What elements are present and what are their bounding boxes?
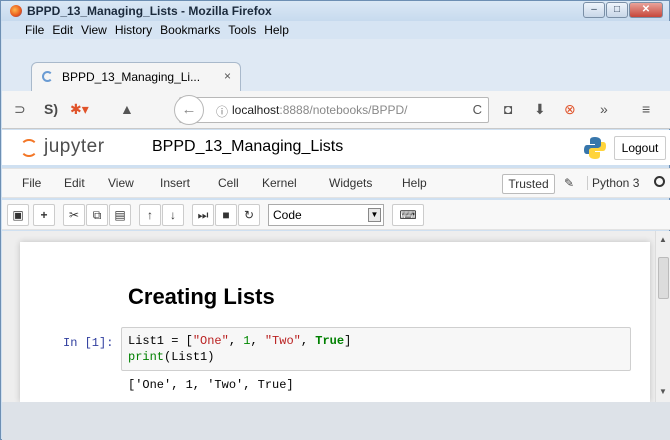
title-bar: BPPD_13_Managing_Lists - Mozilla Firefox… [1,1,669,21]
scroll-down-icon[interactable]: ▼ [659,387,667,396]
navigation-bar: ⊃ S) ✱▾ ▲ ⓘ localhost:8888/notebooks/BPP… [2,91,670,129]
maximize-button[interactable]: □ [606,2,628,18]
site-info-icon[interactable]: ⓘ [216,103,228,120]
window-controls: – □ ✕ [582,2,663,18]
overflow-icon[interactable]: » [600,101,608,117]
bug-icon[interactable]: ✱▾ [70,101,89,118]
url-text[interactable]: localhost:8888/notebooks/BPPD/ [232,103,407,117]
copy-icon[interactable]: ⧉ [86,204,108,226]
jupyter-logo-icon[interactable] [20,139,38,157]
jp-menu-insert[interactable]: Insert [160,176,190,190]
logout-button[interactable]: Logout [614,136,666,160]
cut-icon[interactable]: ✂ [63,204,85,226]
notebook-name[interactable]: BPPD_13_Managing_Lists [152,138,343,156]
s-icon[interactable]: S) [44,101,58,117]
scroll-up-icon[interactable]: ▲ [659,235,667,244]
hamburger-menu-icon[interactable]: ≡ [642,101,650,117]
jp-menu-help[interactable]: Help [402,176,427,190]
move-down-icon[interactable]: ↓ [162,204,184,226]
menu-help[interactable]: Help [264,21,289,39]
jp-menu-widgets[interactable]: Widgets [329,176,372,190]
jupyter-toolbar: ▣ + ✂ ⧉ ▤ ↑ ↓ ⏭ ■ ↻ Code ▼ ⌨ [2,200,670,230]
menu-history[interactable]: History [115,21,152,39]
loading-icon [42,71,53,82]
browser-menubar: File Edit View History Bookmarks Tools H… [2,21,670,39]
jp-menu-edit[interactable]: Edit [64,176,85,190]
url-bar[interactable]: ⓘ localhost:8888/notebooks/BPPD/ C [179,97,489,123]
status-bar [2,402,670,440]
run-icon[interactable]: ⏭ [192,204,214,226]
vertical-scrollbar[interactable]: ▲ ▼ [655,231,670,402]
menu-file[interactable]: File [25,21,44,39]
blocker-icon[interactable]: ⊗ [564,101,576,118]
keyboard-icon[interactable]: ⌨ [392,204,424,226]
cell-type-select[interactable]: Code ▼ [268,204,384,226]
edit-pencil-icon[interactable]: ✎ [564,176,574,190]
code-cell[interactable]: List1 = ["One", 1, "Two", True] print(Li… [121,327,631,371]
kernel-status-icon [654,176,665,187]
jp-menu-cell[interactable]: Cell [218,176,239,190]
jupyter-header: jupyter BPPD_13_Managing_Lists Logout [2,130,670,165]
chevron-down-icon[interactable]: ▼ [368,208,381,222]
jp-menu-file[interactable]: File [22,176,41,190]
restart-icon[interactable]: ↻ [238,204,260,226]
input-prompt: In [1]: [63,336,114,350]
menu-bookmarks[interactable]: Bookmarks [160,21,220,39]
window-title: BPPD_13_Managing_Lists - Mozilla Firefox [27,4,272,18]
kernel-name: Python 3 [587,176,639,190]
cell-type-value: Code [273,208,302,222]
menu-view[interactable]: View [81,21,107,39]
tab-label: BPPD_13_Managing_Li... [62,70,201,84]
markdown-heading[interactable]: Creating Lists [128,284,275,310]
menu-tools[interactable]: Tools [228,21,256,39]
url-path: :8888/notebooks/BPPD/ [279,103,408,117]
reload-icon[interactable]: C [473,102,482,117]
close-button[interactable]: ✕ [629,2,663,18]
code-line-2: print(List1) [128,350,215,364]
move-up-icon[interactable]: ↑ [139,204,161,226]
jp-menu-view[interactable]: View [108,176,134,190]
firefox-icon [10,5,22,17]
save-icon[interactable]: ▣ [7,204,29,226]
minimize-button[interactable]: – [583,2,605,18]
rss-icon[interactable]: ⊃ [14,101,26,118]
jupyter-menubar: File Edit View Insert Cell Kernel Widget… [2,168,670,198]
paste-icon[interactable]: ▤ [109,204,131,226]
python-logo-icon [584,137,606,159]
notebook-page [20,242,650,402]
tab-close-icon[interactable]: × [224,69,231,83]
back-button[interactable]: ← [174,95,204,125]
tab-notebook[interactable]: BPPD_13_Managing_Li... × [31,62,241,91]
download-icon[interactable]: ⬇ [534,101,546,118]
code-line-1: List1 = ["One", 1, "Two", True] [128,334,352,348]
tab-strip: BPPD_13_Managing_Li... × [2,39,670,91]
home-icon[interactable]: ▲ [120,101,134,117]
jp-menu-kernel[interactable]: Kernel [262,176,297,190]
jupyter-logo-text[interactable]: jupyter [44,136,105,158]
url-host: localhost [232,103,280,117]
browser-window: BPPD_13_Managing_Lists - Mozilla Firefox… [0,0,670,440]
insert-cell-icon[interactable]: + [33,204,55,226]
scroll-thumb[interactable] [658,257,669,299]
trusted-indicator[interactable]: Trusted [502,174,555,194]
stop-icon[interactable]: ■ [215,204,237,226]
pocket-icon[interactable]: ◘ [504,101,512,117]
menu-edit[interactable]: Edit [52,21,73,39]
cell-output: ['One', 1, 'Two', True] [128,378,294,392]
